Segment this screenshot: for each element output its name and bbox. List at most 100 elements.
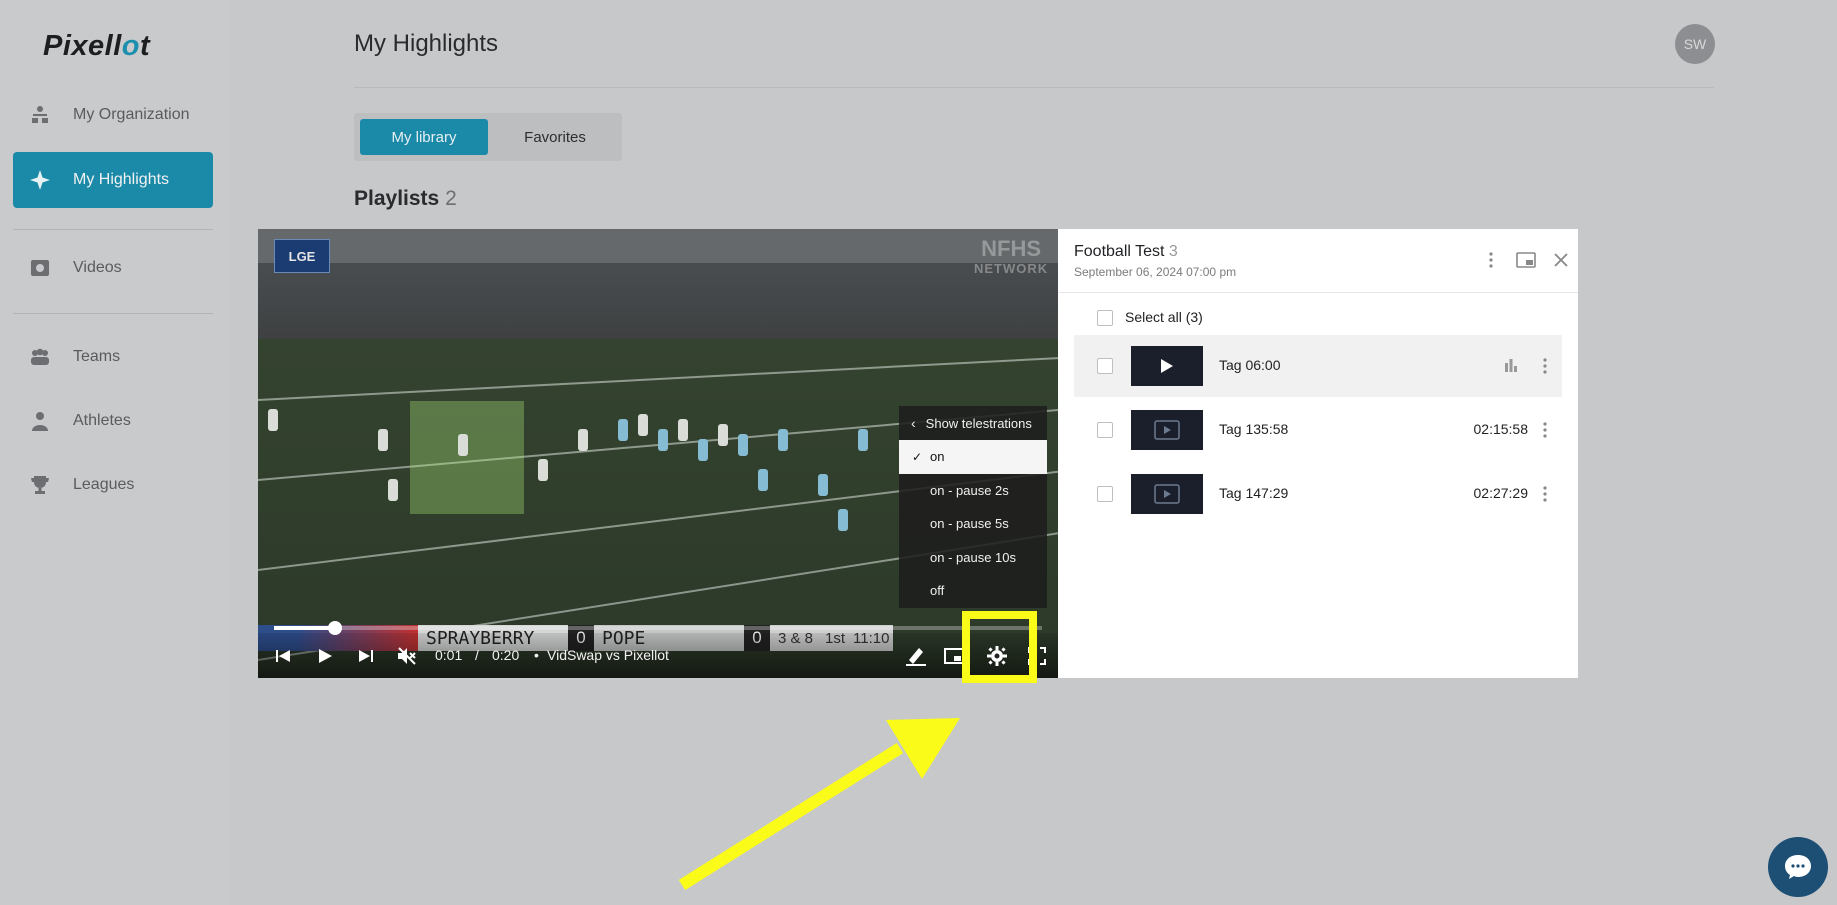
mute-icon[interactable] xyxy=(394,645,420,667)
sidebar-item-label: Teams xyxy=(73,348,121,365)
telestration-icon[interactable] xyxy=(903,645,929,667)
sidebar-item-my-organization[interactable]: My Organization xyxy=(13,87,213,143)
sidebar-item-teams[interactable]: Teams xyxy=(13,329,213,385)
broadcaster-logo: LGE xyxy=(274,239,330,273)
progress-fill xyxy=(274,626,336,630)
video-placeholder-icon xyxy=(1154,484,1180,504)
sidebar-item-label: My Highlights xyxy=(73,171,170,188)
annotation-arrow xyxy=(678,718,960,891)
sidebar-item-label: Leagues xyxy=(73,476,135,493)
play-icon xyxy=(1161,359,1173,373)
more-vertical-icon[interactable] xyxy=(1540,483,1550,505)
stats-icon[interactable] xyxy=(1504,357,1518,378)
sidebar-item-label: Videos xyxy=(73,259,122,276)
select-all-checkbox[interactable] xyxy=(1097,310,1113,326)
sidebar-item-videos[interactable]: Videos xyxy=(13,240,213,296)
organization-icon xyxy=(29,104,51,126)
player xyxy=(578,429,588,451)
panel-divider xyxy=(1058,292,1578,293)
menu-back-button[interactable]: ‹ Show telestrations xyxy=(899,406,1047,440)
sidebar-divider xyxy=(13,313,213,314)
playlist-row[interactable]: Tag 06:00 xyxy=(1074,335,1562,397)
network-watermark: NFHS NETWORK xyxy=(974,236,1049,277)
menu-option-pause-2s[interactable]: on - pause 2s xyxy=(899,474,1047,508)
previous-icon[interactable] xyxy=(270,645,296,667)
playlist-row[interactable]: Tag 135:58 02:15:58 xyxy=(1074,399,1562,461)
player xyxy=(378,429,388,451)
checkmark-icon: ✓ xyxy=(912,449,923,464)
menu-option-on[interactable]: ✓ on xyxy=(899,440,1047,474)
player xyxy=(858,429,868,451)
player xyxy=(268,409,278,431)
player xyxy=(838,509,848,531)
title-bullet: • xyxy=(534,647,539,663)
more-vertical-icon[interactable] xyxy=(1480,249,1502,271)
player xyxy=(638,414,648,436)
time-separator: / xyxy=(475,647,479,663)
telestration-settings-menu: ‹ Show telestrations ✓ on on - pause 2s … xyxy=(899,406,1047,608)
tab-favorites[interactable]: Favorites xyxy=(494,119,616,155)
sidebar-divider xyxy=(13,229,213,230)
player xyxy=(678,419,688,441)
sidebar-item-my-highlights[interactable]: My Highlights xyxy=(13,152,213,208)
athlete-icon xyxy=(29,410,51,432)
playlist-title: Football Test 3 xyxy=(1074,243,1178,260)
clip-thumbnail[interactable] xyxy=(1131,346,1203,386)
progress-bar[interactable] xyxy=(274,621,1042,635)
play-icon[interactable] xyxy=(312,645,338,667)
playlist-row[interactable]: Tag 147:29 02:27:29 xyxy=(1074,463,1562,525)
player xyxy=(458,434,468,456)
video-placeholder-icon xyxy=(1154,420,1180,440)
sidebar-item-athletes[interactable]: Athletes xyxy=(13,393,213,449)
avatar[interactable]: SW xyxy=(1675,24,1715,64)
video-title: VidSwap vs Pixellot xyxy=(547,647,669,663)
menu-option-off[interactable]: off xyxy=(899,574,1047,608)
clip-thumbnail[interactable] xyxy=(1131,474,1203,514)
player xyxy=(618,419,628,441)
clip-time: 02:15:58 xyxy=(1473,421,1529,437)
next-icon[interactable] xyxy=(353,645,379,667)
player xyxy=(758,469,768,491)
clip-thumbnail[interactable] xyxy=(1131,410,1203,450)
more-vertical-icon[interactable] xyxy=(1540,355,1550,377)
minimize-player-icon[interactable] xyxy=(1515,249,1537,271)
clip-time: 02:27:29 xyxy=(1473,485,1529,501)
annotation-highlight-box xyxy=(962,611,1037,683)
teams-icon xyxy=(29,346,51,368)
chevron-left-icon: ‹ xyxy=(911,415,916,431)
player xyxy=(778,429,788,451)
sparkle-icon xyxy=(29,169,51,191)
clip-label: Tag 06:00 xyxy=(1219,357,1281,373)
tab-my-library[interactable]: My library xyxy=(360,119,488,155)
sidebar: Pixellot My Organization My Highlights V… xyxy=(0,0,229,905)
trophy-icon xyxy=(29,474,51,496)
playlist-count: 3 xyxy=(1168,243,1178,260)
row-checkbox[interactable] xyxy=(1097,486,1113,502)
player xyxy=(388,479,398,501)
close-icon[interactable] xyxy=(1550,249,1572,271)
telestration-highlight xyxy=(410,401,524,514)
player xyxy=(698,439,708,461)
chat-bubble-icon xyxy=(1785,855,1811,879)
sidebar-item-label: Athletes xyxy=(73,412,131,429)
clip-label: Tag 135:58 xyxy=(1219,421,1289,437)
video-icon xyxy=(29,257,51,279)
pixellot-logo[interactable]: Pixellot xyxy=(43,30,150,63)
menu-option-pause-10s[interactable]: on - pause 10s xyxy=(899,541,1047,575)
sidebar-item-label: My Organization xyxy=(73,106,190,123)
playlist-date: September 06, 2024 07:00 pm xyxy=(1074,265,1237,279)
playlists-count: 2 xyxy=(445,187,457,210)
current-time: 0:01 xyxy=(435,647,463,663)
player xyxy=(538,459,548,481)
player xyxy=(818,474,828,496)
duration: 0:20 xyxy=(492,647,520,663)
chat-support-button[interactable] xyxy=(1768,837,1828,897)
row-checkbox[interactable] xyxy=(1097,422,1113,438)
menu-option-pause-5s[interactable]: on - pause 5s xyxy=(899,507,1047,541)
sidebar-item-leagues[interactable]: Leagues xyxy=(13,457,213,513)
select-all-label: Select all (3) xyxy=(1125,309,1203,325)
more-vertical-icon[interactable] xyxy=(1540,419,1550,441)
row-checkbox[interactable] xyxy=(1097,358,1113,374)
playlists-heading: Playlists 2 xyxy=(354,187,457,210)
video-player[interactable]: LGE NFHS NETWORK SPRAYBERRY 0 POPE 0 3 &… xyxy=(258,229,1058,678)
